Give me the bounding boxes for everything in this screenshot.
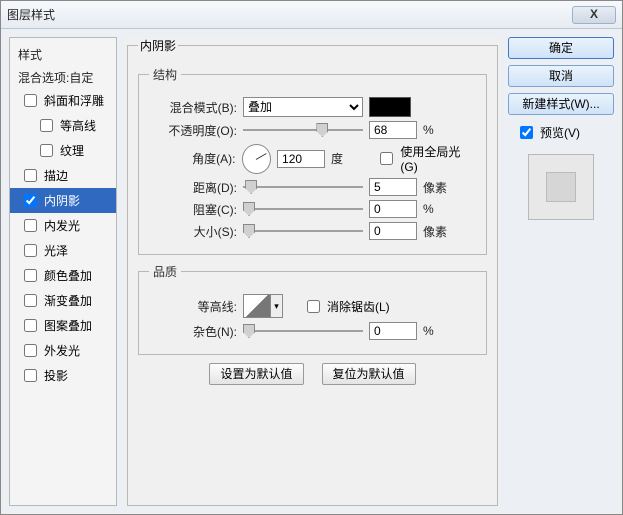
- style-item-0[interactable]: 斜面和浮雕: [10, 88, 116, 113]
- ok-button[interactable]: 确定: [508, 37, 614, 59]
- contour-label: 等高线:: [149, 298, 237, 315]
- noise-slider[interactable]: [243, 324, 363, 338]
- structure-group: 结构 混合模式(B): 叠加 不透明度(O): %: [138, 66, 487, 255]
- style-item-checkbox[interactable]: [24, 294, 37, 307]
- style-item-checkbox[interactable]: [24, 194, 37, 207]
- quality-legend: 品质: [149, 263, 181, 280]
- opacity-unit: %: [423, 123, 463, 137]
- style-item-label: 内发光: [44, 217, 80, 234]
- style-item-checkbox[interactable]: [24, 169, 37, 182]
- style-item-checkbox[interactable]: [24, 344, 37, 357]
- antialias-checkbox[interactable]: 消除锯齿(L): [303, 297, 390, 316]
- style-item-2[interactable]: 纹理: [10, 138, 116, 163]
- style-item-checkbox[interactable]: [24, 94, 37, 107]
- opacity-slider[interactable]: [243, 123, 363, 137]
- shadow-color-swatch[interactable]: [369, 97, 411, 117]
- effect-title: 内阴影: [138, 37, 178, 54]
- size-slider[interactable]: [243, 224, 363, 238]
- distance-slider[interactable]: [243, 180, 363, 194]
- dialog-body: 样式 混合选项:自定 斜面和浮雕等高线纹理描边内阴影内发光光泽颜色叠加渐变叠加图…: [1, 29, 622, 514]
- style-item-checkbox[interactable]: [24, 269, 37, 282]
- size-label: 大小(S):: [149, 223, 237, 240]
- choke-slider[interactable]: [243, 202, 363, 216]
- defaults-row: 设置为默认值 复位为默认值: [138, 363, 487, 385]
- contour-picker[interactable]: [243, 294, 271, 318]
- style-item-label: 内阴影: [44, 192, 80, 209]
- style-item-10[interactable]: 外发光: [10, 338, 116, 363]
- style-item-checkbox[interactable]: [24, 219, 37, 232]
- style-item-label: 等高线: [60, 117, 96, 134]
- style-item-7[interactable]: 颜色叠加: [10, 263, 116, 288]
- style-item-label: 纹理: [60, 142, 84, 159]
- choke-label: 阻塞(C):: [149, 201, 237, 218]
- style-item-checkbox[interactable]: [24, 244, 37, 257]
- make-default-button[interactable]: 设置为默认值: [209, 363, 303, 385]
- effect-fieldset: 内阴影 结构 混合模式(B): 叠加 不透明度(O): %: [127, 37, 498, 506]
- size-unit: 像素: [423, 223, 463, 240]
- style-item-11[interactable]: 投影: [10, 363, 116, 388]
- distance-unit: 像素: [423, 179, 463, 196]
- style-item-8[interactable]: 渐变叠加: [10, 288, 116, 313]
- preview-swatch: [528, 154, 594, 220]
- noise-unit: %: [423, 324, 463, 338]
- cancel-button[interactable]: 取消: [508, 65, 614, 87]
- distance-label: 距离(D):: [149, 179, 237, 196]
- style-item-label: 渐变叠加: [44, 292, 92, 309]
- blend-mode-select[interactable]: 叠加: [243, 97, 363, 117]
- antialias-input[interactable]: [307, 300, 320, 313]
- style-item-6[interactable]: 光泽: [10, 238, 116, 263]
- choke-input[interactable]: [369, 200, 417, 218]
- preview-checkbox[interactable]: 预览(V): [516, 123, 580, 142]
- style-item-label: 投影: [44, 367, 68, 384]
- blend-mode-label: 混合模式(B):: [149, 99, 237, 116]
- style-item-checkbox[interactable]: [24, 369, 37, 382]
- size-input[interactable]: [369, 222, 417, 240]
- preview-input[interactable]: [520, 126, 533, 139]
- opacity-label: 不透明度(O):: [149, 122, 237, 139]
- style-item-checkbox[interactable]: [24, 319, 37, 332]
- choke-unit: %: [423, 202, 463, 216]
- window-title: 图层样式: [7, 6, 572, 23]
- blending-options[interactable]: 混合选项:自定: [10, 67, 116, 88]
- close-button[interactable]: X: [572, 6, 616, 24]
- style-item-label: 图案叠加: [44, 317, 92, 334]
- style-item-label: 颜色叠加: [44, 267, 92, 284]
- layer-style-dialog: 图层样式 X 样式 混合选项:自定 斜面和浮雕等高线纹理描边内阴影内发光光泽颜色…: [0, 0, 623, 515]
- opacity-input[interactable]: [369, 121, 417, 139]
- style-item-1[interactable]: 等高线: [10, 113, 116, 138]
- noise-label: 杂色(N):: [149, 323, 237, 340]
- angle-label: 角度(A):: [149, 150, 236, 167]
- distance-input[interactable]: [369, 178, 417, 196]
- style-item-label: 描边: [44, 167, 68, 184]
- contour-dropdown-icon[interactable]: ▾: [271, 294, 283, 318]
- styles-list-panel: 样式 混合选项:自定 斜面和浮雕等高线纹理描边内阴影内发光光泽颜色叠加渐变叠加图…: [9, 37, 117, 506]
- noise-input[interactable]: [369, 322, 417, 340]
- angle-unit: 度: [331, 150, 370, 167]
- style-item-5[interactable]: 内发光: [10, 213, 116, 238]
- style-item-label: 斜面和浮雕: [44, 92, 104, 109]
- style-item-4[interactable]: 内阴影: [10, 188, 116, 213]
- style-item-label: 光泽: [44, 242, 68, 259]
- style-item-label: 外发光: [44, 342, 80, 359]
- styles-header: 样式: [10, 44, 116, 67]
- titlebar: 图层样式 X: [1, 1, 622, 29]
- global-light-input[interactable]: [380, 152, 393, 165]
- angle-dial[interactable]: [242, 144, 272, 174]
- quality-group: 品质 等高线: ▾ 消除锯齿(L): [138, 263, 487, 355]
- global-light-checkbox[interactable]: 使用全局光(G): [376, 143, 476, 174]
- style-item-3[interactable]: 描边: [10, 163, 116, 188]
- structure-legend: 结构: [149, 66, 181, 83]
- style-item-checkbox[interactable]: [40, 144, 53, 157]
- new-style-button[interactable]: 新建样式(W)...: [508, 93, 614, 115]
- angle-input[interactable]: [277, 150, 325, 168]
- center-panel: 内阴影 结构 混合模式(B): 叠加 不透明度(O): %: [125, 37, 500, 506]
- style-item-9[interactable]: 图案叠加: [10, 313, 116, 338]
- style-item-checkbox[interactable]: [40, 119, 53, 132]
- reset-default-button[interactable]: 复位为默认值: [322, 363, 416, 385]
- right-column: 确定 取消 新建样式(W)... 预览(V): [508, 37, 614, 506]
